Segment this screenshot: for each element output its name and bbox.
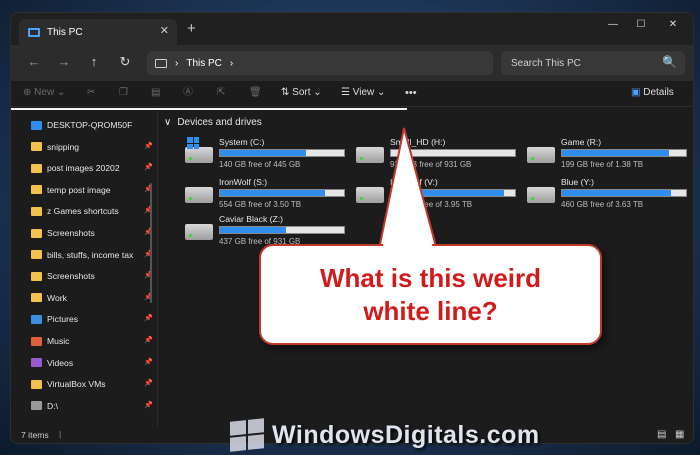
callout-tail-cover	[381, 133, 435, 257]
watermark-text: WindowsDigitals.com	[272, 420, 540, 449]
watermark: WindowsDigitals.com	[230, 418, 590, 452]
windows-logo-icon	[230, 418, 264, 452]
callout-tail-fill	[381, 133, 435, 257]
